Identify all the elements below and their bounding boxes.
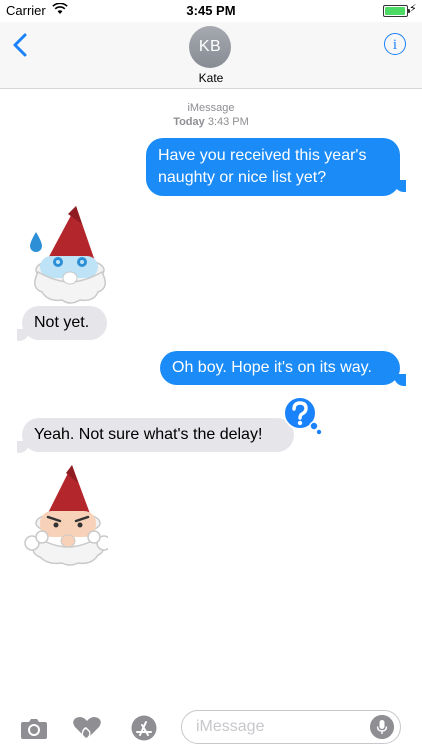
contact-name[interactable]: Kate (0, 71, 422, 85)
chevron-left-icon[interactable] (10, 32, 32, 58)
date-label: Today (173, 116, 205, 128)
charging-icon: ⚡ (409, 3, 417, 15)
timestamp: Today 3:43 PM (0, 116, 422, 128)
incoming-message[interactable]: Yeah. Not sure what's the delay! (22, 418, 294, 452)
angry-gnome-sticker[interactable] (22, 463, 108, 567)
battery-icon (383, 5, 410, 17)
worried-gnome-sticker[interactable] (22, 202, 110, 306)
status-bar: Carrier 3:45 PM ⚡ (0, 0, 422, 22)
outgoing-message[interactable]: Oh boy. Hope it's on its way. (160, 351, 400, 385)
bubble-tail (17, 329, 29, 341)
time-label: 3:43 PM (207, 116, 249, 128)
bubble-tail (17, 441, 29, 453)
avatar[interactable]: KB (189, 26, 231, 68)
incoming-message[interactable]: Not yet. (22, 306, 107, 340)
conversation-header: KB Kate i (0, 22, 422, 89)
message-placeholder: iMessage (196, 718, 265, 735)
question-mark-icon[interactable] (283, 396, 323, 436)
clock: 3:45 PM (186, 3, 236, 18)
microphone-icon[interactable] (370, 715, 394, 739)
digital-touch-icon[interactable] (72, 715, 102, 741)
outgoing-message[interactable]: Have you received this year's naughty or… (146, 138, 400, 196)
info-icon[interactable]: i (384, 33, 406, 55)
app-store-icon[interactable] (129, 715, 159, 741)
bubble-tail (394, 374, 406, 386)
camera-icon[interactable] (19, 715, 49, 741)
message-input[interactable]: iMessage (181, 710, 401, 744)
service-label: iMessage (187, 102, 235, 114)
